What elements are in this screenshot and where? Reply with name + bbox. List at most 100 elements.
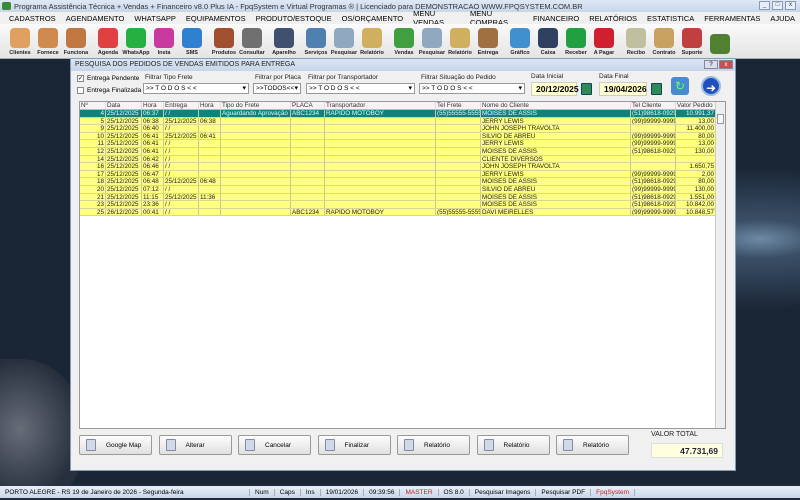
pending-checkbox[interactable]: ✓ Entrega Pendente	[77, 75, 139, 82]
toolbar-button[interactable]: Contrato	[650, 24, 678, 58]
toolbar-button[interactable]	[706, 24, 734, 58]
scroll-thumb[interactable]	[717, 114, 724, 124]
column-header[interactable]: Entrega	[164, 102, 199, 109]
finished-checkbox[interactable]: Entrega Finalizada	[77, 87, 141, 94]
toolbar-button[interactable]: WhatsApp	[122, 24, 150, 58]
table-row[interactable]: 23 25/12/2025 23:36 / / MOISES DE ASSIS (51)…	[80, 201, 725, 209]
table-row[interactable]: 5 25/12/2025 06:38 25/12/2025 06:38 JERRY LEW…	[80, 117, 725, 126]
column-header[interactable]: Data	[106, 102, 142, 109]
go-arrow-icon[interactable]: ➜	[701, 76, 721, 96]
toolbar-button[interactable]: Relatório	[446, 24, 474, 58]
toolbar-button[interactable]: Consultar	[238, 24, 266, 58]
pesquisar-icon	[422, 28, 442, 48]
cancelar-button[interactable]: Cancelar	[238, 435, 311, 455]
plate-select[interactable]: >>TODOS<<	[253, 83, 301, 94]
toolbar-button[interactable]: Produtos	[210, 24, 238, 58]
calendar-icon[interactable]	[651, 83, 662, 95]
finalizar-button[interactable]: Finalizar	[317, 435, 391, 455]
maximize-button[interactable]: □	[772, 1, 783, 10]
status-item[interactable]: FpqSystem	[591, 488, 636, 496]
menu-item[interactable]: ESTATISTICA	[642, 14, 699, 23]
table-row[interactable]: 25 26/12/2025 00:41 / / ABC1234 RAPIDO MOTOB…	[80, 208, 725, 217]
carrier-select[interactable]: >> T O D O S < <	[306, 83, 415, 94]
menu-item[interactable]: PRODUTO/ESTOQUE	[251, 14, 337, 23]
toolbar-button[interactable]: Recibo	[622, 24, 650, 58]
start-date-input[interactable]: 20/12/2025	[531, 82, 579, 96]
column-header[interactable]: Tipo do Frete	[221, 102, 291, 109]
menu-item[interactable]: OS/ORÇAMENTO	[337, 14, 409, 23]
toolbar-button[interactable]: Receber	[562, 24, 590, 58]
toolbar-button[interactable]: Funciona	[62, 24, 90, 58]
table-row[interactable]: 11 25/12/2025 06:41 / / JERRY LEWIS (99)9999…	[80, 140, 725, 148]
menu-item[interactable]: FERRAMENTAS	[699, 14, 765, 23]
freight-type-select[interactable]: >> T O D O S < <	[143, 83, 249, 94]
column-header[interactable]: Tel Cliente	[631, 102, 676, 109]
table-row[interactable]: 14 25/12/2025 06:42 / / CLIENTE DIVERSOS	[80, 155, 725, 164]
alterar-button[interactable]: Alterar	[158, 435, 232, 455]
toolbar-label: Relatório	[448, 50, 472, 56]
toolbar-button[interactable]: Serviços	[302, 24, 330, 58]
status-item[interactable]: Pesquisar PDF	[536, 488, 592, 496]
table-row[interactable]: 9 25/12/2025 06:40 / / JOHN JOSEPH TRAVOLTA…	[80, 125, 725, 133]
toolbar-label: Funciona	[63, 50, 89, 56]
app-logo-icon	[2, 2, 11, 10]
menu-item[interactable]: CADASTROS	[4, 14, 61, 23]
toolbar-button[interactable]: Gráfico	[506, 24, 534, 58]
column-header[interactable]: PLACA	[291, 102, 325, 109]
menu-item[interactable]: FINANCEIRO	[528, 14, 584, 23]
end-date-input[interactable]: 19/04/2026	[599, 82, 647, 96]
relatório-button[interactable]: Relatório	[476, 435, 550, 455]
relatório-button[interactable]: Relatório	[397, 435, 470, 455]
toolbar-button[interactable]: Fornece	[34, 24, 62, 58]
column-header[interactable]: Tel Frete	[436, 102, 481, 109]
table-row[interactable]: 10 25/12/2025 06:41 25/12/2025 06:41 SILVIO D…	[80, 132, 725, 141]
toolbar-button[interactable]: Clientes	[6, 24, 34, 58]
table-row[interactable]: 18 25/12/2025 06:48 25/12/2025 06:48 MOISES D…	[80, 178, 725, 186]
toolbar-button[interactable]: Suporte	[678, 24, 706, 58]
table-cell: 10	[80, 132, 106, 140]
status-filter-select[interactable]: >> T O D O S < <	[419, 83, 525, 94]
column-header[interactable]: Transportador	[325, 102, 436, 109]
toolbar-button[interactable]: Agenda	[94, 24, 122, 58]
table-row[interactable]: 20 25/12/2025 07:12 / / SILVIO DE ABREU (99)…	[80, 185, 725, 194]
menu-item[interactable]: AJUDA	[765, 14, 800, 23]
toolbar-button[interactable]: Pesquisar	[418, 24, 446, 58]
toolbar-button[interactable]: Aparelho	[270, 24, 298, 58]
status-item[interactable]: OS 8.0	[439, 488, 470, 496]
google-map-button[interactable]: Google Map	[79, 435, 152, 455]
minimize-button[interactable]: _	[759, 1, 770, 10]
vertical-scrollbar[interactable]	[715, 102, 725, 428]
toolbar-button[interactable]: Entrega	[474, 24, 502, 58]
button-icon	[324, 439, 335, 451]
toolbar-button[interactable]: Pesquisar	[330, 24, 358, 58]
column-header[interactable]: Nº	[80, 102, 106, 109]
menu-item[interactable]: WHATSAPP	[129, 14, 181, 23]
toolbar-button[interactable]: A Pagar	[590, 24, 618, 58]
table-row[interactable]: 17 25/12/2025 06:47 / / JERRY LEWIS (99)9999…	[80, 170, 725, 179]
relatório-button[interactable]: Relatório	[556, 435, 629, 455]
toolbar-button[interactable]: Caixa	[534, 24, 562, 58]
status-item[interactable]: Pesquisar Imagens	[470, 488, 537, 496]
menu-item[interactable]: EQUIPAMENTOS	[181, 14, 251, 23]
column-header[interactable]: Valor Pedido	[676, 102, 716, 109]
dialog-close-button[interactable]: x	[719, 60, 733, 69]
help-button[interactable]: ?	[704, 60, 718, 69]
toolbar-button[interactable]: Vendas	[390, 24, 418, 58]
table-cell	[221, 147, 291, 155]
menu-item[interactable]: AGENDAMENTO	[61, 14, 130, 23]
table-row[interactable]: 4 25/12/2025 06:37 / / Aguardando Aprovação…	[80, 110, 725, 118]
menu-item[interactable]: RELATÓRIOS	[584, 14, 642, 23]
toolbar-button[interactable]: Relatório	[358, 24, 386, 58]
refresh-icon[interactable]: ↻	[671, 77, 689, 95]
close-button[interactable]: x	[785, 1, 796, 10]
column-header[interactable]: Nome do Cliente	[481, 102, 631, 109]
toolbar-button[interactable]: SMS	[178, 24, 206, 58]
table-row[interactable]: 16 25/12/2025 06:46 / / JOHN JOSEPH TRAVOLT…	[80, 163, 725, 171]
column-header[interactable]: Hora	[199, 102, 221, 109]
column-header[interactable]: Hora	[142, 102, 164, 109]
table-row[interactable]: 21 25/12/2025 11:15 25/12/2025 11:36 MOISES D…	[80, 193, 725, 202]
table-row[interactable]: 12 25/12/2025 06:41 / / MOISES DE ASSIS (51)…	[80, 147, 725, 156]
calendar-icon[interactable]	[581, 83, 592, 95]
table-cell	[436, 117, 481, 125]
toolbar-button[interactable]: Insta	[150, 24, 178, 58]
